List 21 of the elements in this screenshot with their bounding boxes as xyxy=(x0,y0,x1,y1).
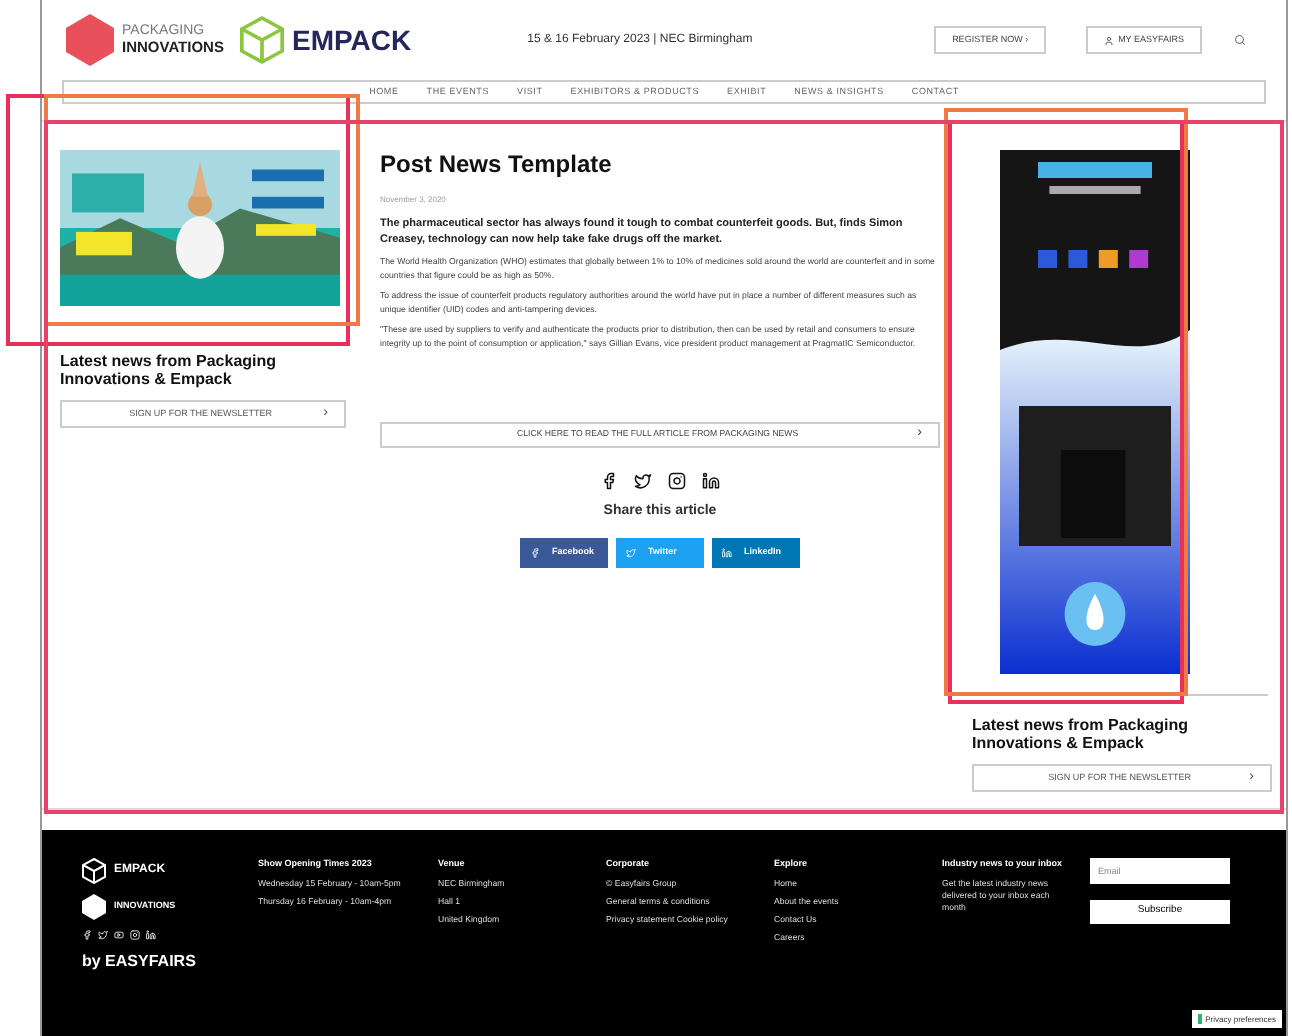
youtube-icon[interactable] xyxy=(114,930,124,940)
newsletter-heading: Latest news from Packaging Innovations & Empack xyxy=(972,716,1191,752)
search-icon[interactable] xyxy=(1234,34,1246,46)
hexagon-logo-icon xyxy=(66,14,114,66)
logo-text: EMPACK xyxy=(291,21,412,59)
person-icon xyxy=(1104,35,1115,45)
hexagon-logo-icon xyxy=(82,894,106,920)
linkedin-icon[interactable] xyxy=(146,930,156,940)
facebook-icon[interactable] xyxy=(82,930,92,940)
instagram-icon[interactable] xyxy=(668,472,686,490)
cube-logo-icon xyxy=(82,858,106,884)
article-title: Post News Template xyxy=(380,148,614,182)
easyfairs-logo-text: by EASYFAIRS xyxy=(82,950,198,974)
facebook-icon[interactable] xyxy=(600,472,618,490)
twitter-icon[interactable] xyxy=(634,472,652,490)
facebook-icon xyxy=(530,547,540,557)
linkedin-icon xyxy=(722,547,732,557)
cube-logo-icon xyxy=(239,14,284,66)
newsletter-heading: Latest news from Packaging Innovations & Empack xyxy=(60,352,279,388)
linkedin-icon[interactable] xyxy=(702,472,720,490)
twitter-icon xyxy=(626,547,636,557)
